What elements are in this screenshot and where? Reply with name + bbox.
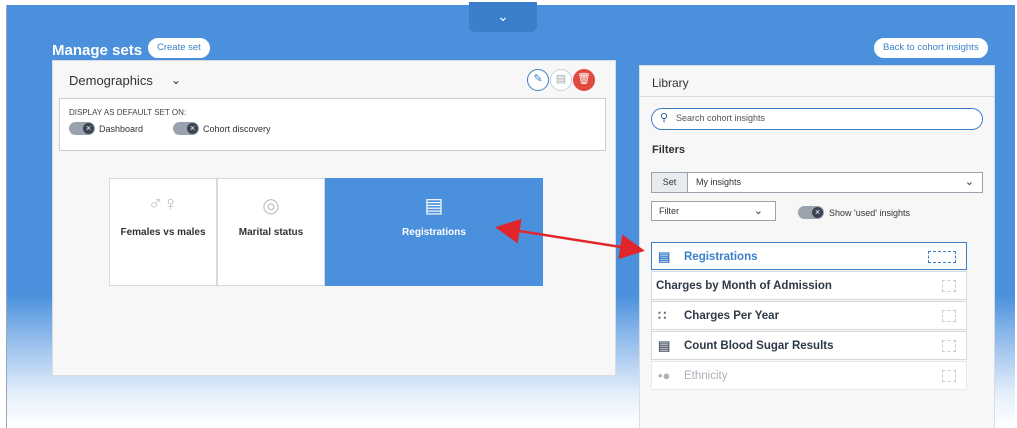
tile-females-vs-males[interactable]: ♂♀ Females vs males bbox=[109, 178, 217, 286]
used-insights-toggle[interactable] bbox=[798, 206, 824, 219]
insight-list: ▤ Registrations Charges by Month of Admi… bbox=[651, 242, 967, 391]
library-title: Library bbox=[652, 76, 689, 90]
set-tag: Set bbox=[652, 173, 688, 192]
list-item-label: Charges Per Year bbox=[684, 310, 780, 322]
tile-registrations[interactable]: ▤ Registrations bbox=[325, 178, 543, 286]
chevron-down-icon: ⌄ bbox=[753, 205, 763, 217]
tile-label: Females vs males bbox=[120, 227, 206, 238]
drag-handle[interactable] bbox=[942, 370, 956, 382]
divider bbox=[640, 96, 994, 97]
create-set-button[interactable]: Create set bbox=[148, 38, 210, 58]
default-set-label: DISPLAY AS DEFAULT SET ON: bbox=[69, 108, 187, 117]
cohort-discovery-toggle-row[interactable]: Cohort discovery bbox=[173, 122, 271, 135]
chevron-down-icon[interactable]: ⌄ bbox=[171, 73, 181, 87]
dots-grid-icon: ∷ bbox=[658, 308, 667, 323]
search-icon: ⚲ bbox=[660, 112, 669, 124]
drag-handle[interactable] bbox=[928, 251, 956, 263]
dashboard-toggle[interactable] bbox=[69, 122, 95, 135]
list-item-label: Registrations bbox=[684, 251, 758, 263]
dashboard-toggle-label: Dashboard bbox=[99, 123, 144, 134]
chevron-down-icon: ⌄ bbox=[964, 176, 974, 188]
used-insights-label: Show 'used' insights bbox=[829, 207, 910, 218]
list-item-label: Charges by Month of Admission bbox=[656, 280, 832, 292]
set-name-dropdown[interactable]: Demographics bbox=[69, 73, 153, 88]
set-editor-panel: Demographics ⌄ ✎ ▤ 🗑 DISPLAY AS DEFAULT … bbox=[52, 60, 616, 376]
library-panel: Library ⚲ Search cohort insights Filters… bbox=[639, 65, 995, 428]
set-select[interactable]: Set My insights ⌄ bbox=[651, 172, 983, 193]
dots-icon: •● bbox=[658, 368, 671, 383]
app-frame: ⌄ Manage sets Create set Back to cohort … bbox=[6, 2, 1015, 428]
used-insights-toggle-row[interactable]: Show 'used' insights bbox=[798, 206, 910, 219]
dashboard-toggle-row[interactable]: Dashboard bbox=[69, 122, 143, 135]
list-item-charges-by-month[interactable]: Charges by Month of Admission bbox=[651, 271, 967, 300]
tile-label: Registrations bbox=[402, 227, 466, 238]
register-icon: ▤ bbox=[658, 338, 671, 353]
list-item-registrations[interactable]: ▤ Registrations bbox=[651, 242, 967, 270]
register-icon: ▤ bbox=[658, 249, 671, 264]
page-title: Manage sets bbox=[52, 42, 143, 59]
delete-icon[interactable]: 🗑 bbox=[573, 69, 595, 91]
cohort-discovery-toggle-label: Cohort discovery bbox=[203, 123, 271, 134]
edit-icon[interactable]: ✎ bbox=[527, 69, 549, 91]
list-item-label: Ethnicity bbox=[684, 370, 728, 382]
tile-label: Marital status bbox=[238, 227, 304, 238]
chevron-down-icon: ⌄ bbox=[497, 8, 509, 24]
people-icon: ♂♀ bbox=[148, 193, 178, 215]
filter-select-value: Filter bbox=[659, 206, 679, 216]
set-select-value: My insights bbox=[696, 177, 742, 187]
default-set-box: DISPLAY AS DEFAULT SET ON: Dashboard Coh… bbox=[59, 98, 606, 151]
search-placeholder: Search cohort insights bbox=[676, 113, 766, 123]
back-to-insights-button[interactable]: Back to cohort insights bbox=[874, 38, 988, 58]
drag-handle[interactable] bbox=[942, 280, 956, 292]
search-input[interactable]: ⚲ Search cohort insights bbox=[651, 108, 983, 130]
list-item-ethnicity[interactable]: •● Ethnicity bbox=[651, 361, 967, 390]
rings-icon: ◎ bbox=[262, 195, 280, 217]
tile-marital-status[interactable]: ◎ Marital status bbox=[217, 178, 325, 286]
filters-label: Filters bbox=[652, 144, 686, 156]
list-item-label: Count Blood Sugar Results bbox=[684, 340, 834, 352]
list-item-count-blood-sugar[interactable]: ▤ Count Blood Sugar Results bbox=[651, 331, 967, 360]
set-tiles: ♂♀ Females vs males ◎ Marital status ▤ R… bbox=[109, 178, 543, 286]
drag-handle[interactable] bbox=[942, 310, 956, 322]
register-icon: ▤ bbox=[424, 195, 444, 217]
save-icon[interactable]: ▤ bbox=[550, 69, 572, 91]
drag-handle[interactable] bbox=[942, 340, 956, 352]
filter-select[interactable]: Filter ⌄ bbox=[651, 201, 776, 221]
collapse-tab[interactable]: ⌄ bbox=[469, 2, 537, 32]
list-item-charges-per-year[interactable]: ∷ Charges Per Year bbox=[651, 301, 967, 330]
cohort-discovery-toggle[interactable] bbox=[173, 122, 199, 135]
